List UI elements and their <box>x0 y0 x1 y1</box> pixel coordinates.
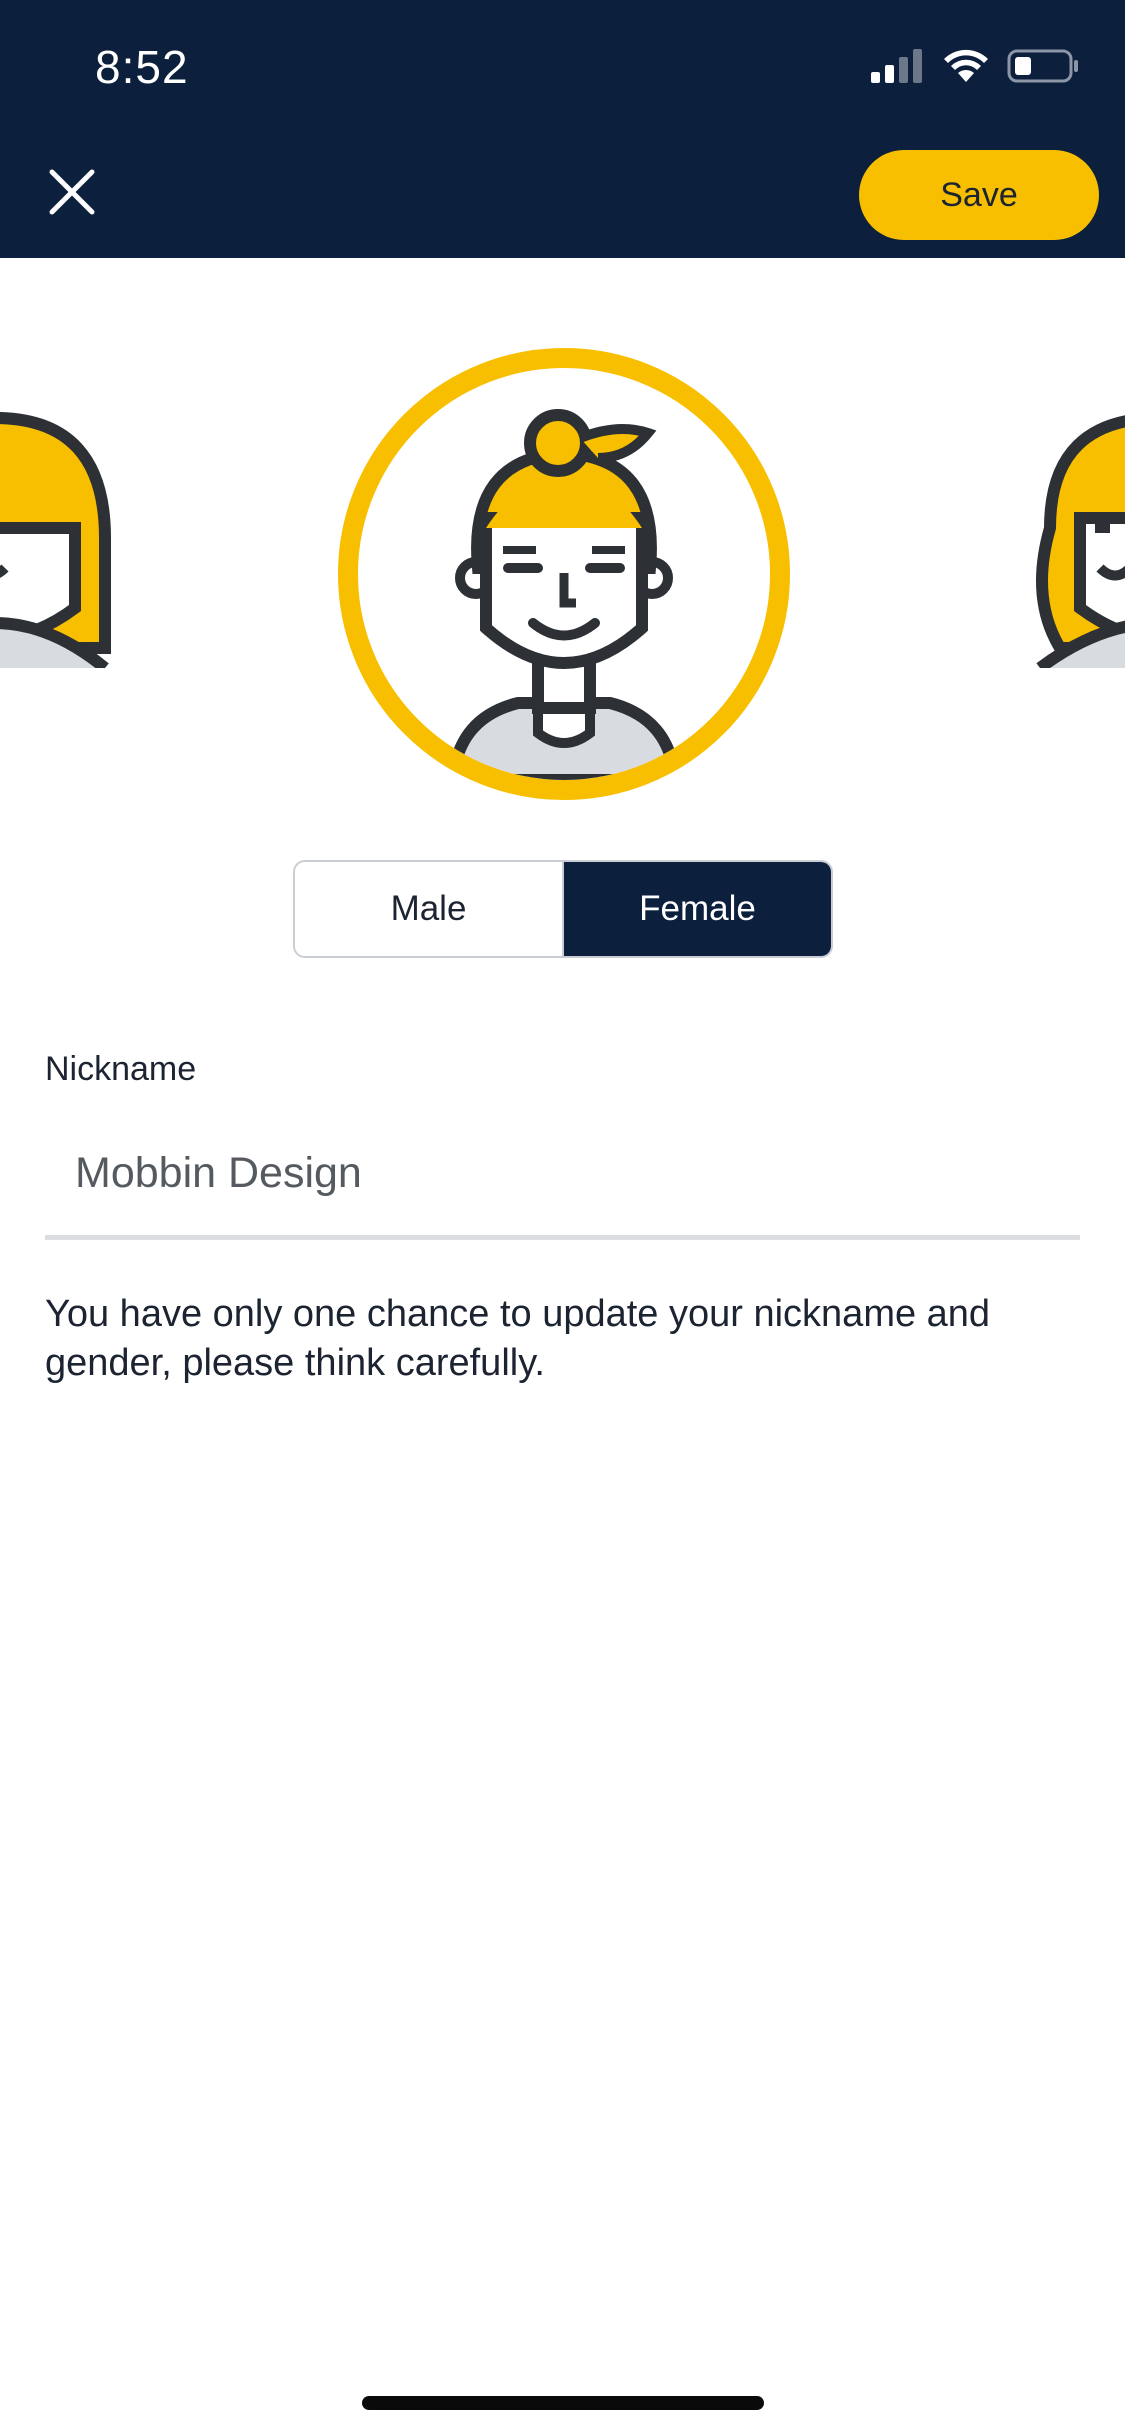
save-button[interactable]: Save <box>859 150 1099 240</box>
nickname-input[interactable] <box>45 1120 1080 1240</box>
female-avatar-ponytail-icon[interactable] <box>338 348 790 800</box>
signal-icon <box>871 49 922 83</box>
wifi-icon <box>944 49 988 82</box>
nickname-warning-text: You have only one chance to update your … <box>45 1293 991 1384</box>
home-indicator <box>362 2396 764 2410</box>
nickname-label: Nickname <box>45 1050 197 1088</box>
avatar-carousel[interactable] <box>0 258 1125 818</box>
header-bar: 8:52 Save <box>0 0 1125 258</box>
close-button[interactable] <box>40 160 104 224</box>
battery-icon <box>1007 49 1078 83</box>
female-avatar-wavy-hair-icon[interactable] <box>1010 378 1125 668</box>
gender-option-female[interactable]: Female <box>564 862 831 956</box>
female-avatar-short-hair-icon[interactable] <box>0 378 145 668</box>
close-icon <box>49 169 95 215</box>
status-icons <box>869 48 1081 84</box>
gender-option-male[interactable]: Male <box>295 862 564 956</box>
status-time: 8:52 <box>95 41 189 93</box>
gender-segmented-control: Male Female <box>293 860 833 958</box>
